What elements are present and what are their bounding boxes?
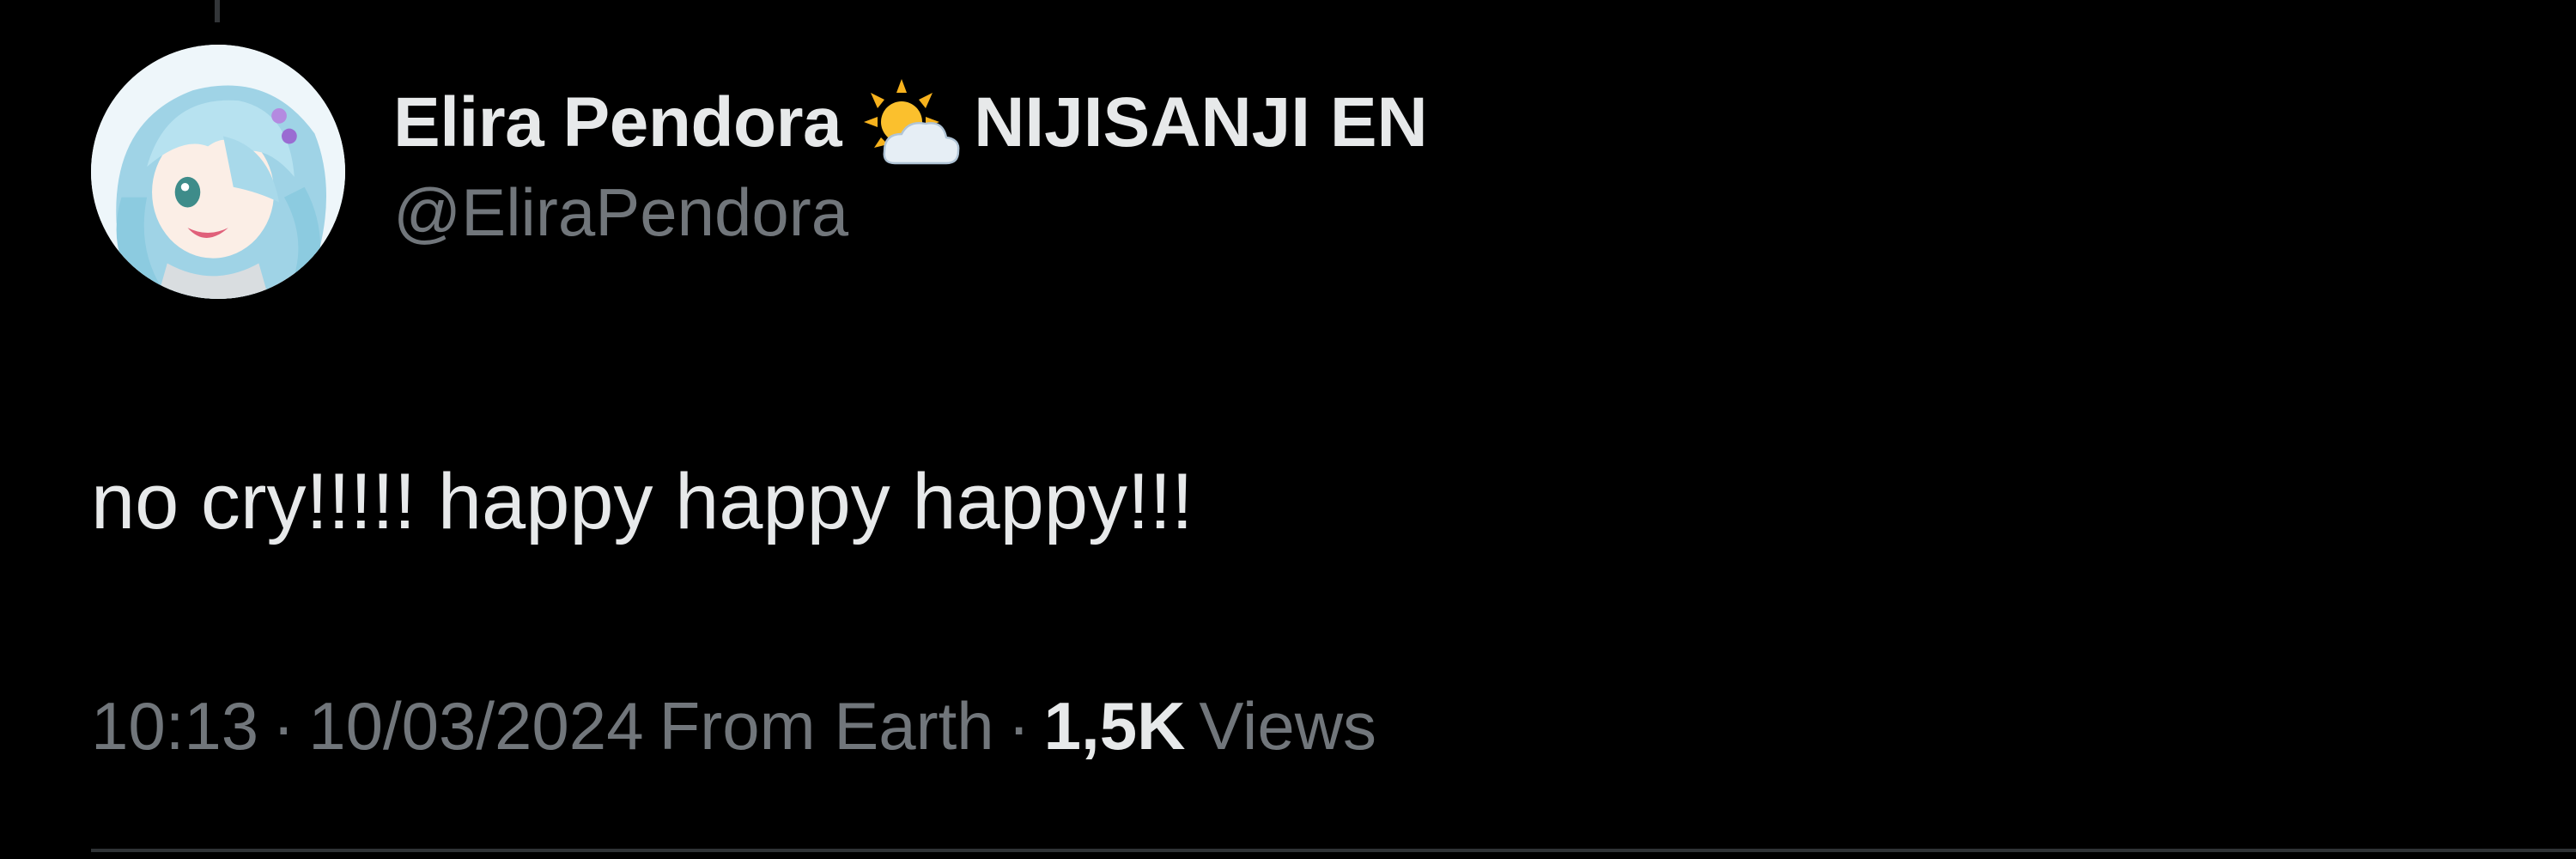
author-name-row: Elira Pendora NIJISANJI EN [393,76,1428,170]
author-handle[interactable]: @EliraPendora [393,174,1428,252]
thread-connector-line [215,0,220,22]
tweet-time[interactable]: 10:13 [91,687,258,765]
author-affiliation: NIJISANJI EN [974,83,1428,161]
tweet-meta: 10:13 · 10/03/2024 From Earth · 1,5K Vie… [91,687,1376,765]
tweet-header: Elira Pendora NIJISANJI EN @EliraPendora [393,76,1428,252]
meta-separator: · [272,688,295,764]
avatar-image [91,45,345,299]
tweet-source: From Earth [659,688,994,764]
views-count[interactable]: 1,5K [1044,687,1186,765]
sun-behind-cloud-icon [860,76,963,170]
author-display-name[interactable]: Elira Pendora [393,82,842,163]
meta-separator: · [1007,688,1030,764]
divider [91,849,2576,852]
tweet-text: no cry!!!!! happy happy happy!!! [91,458,1194,545]
tweet-date[interactable]: 10/03/2024 [308,687,643,765]
avatar[interactable] [91,45,345,299]
views-label: Views [1199,688,1377,764]
